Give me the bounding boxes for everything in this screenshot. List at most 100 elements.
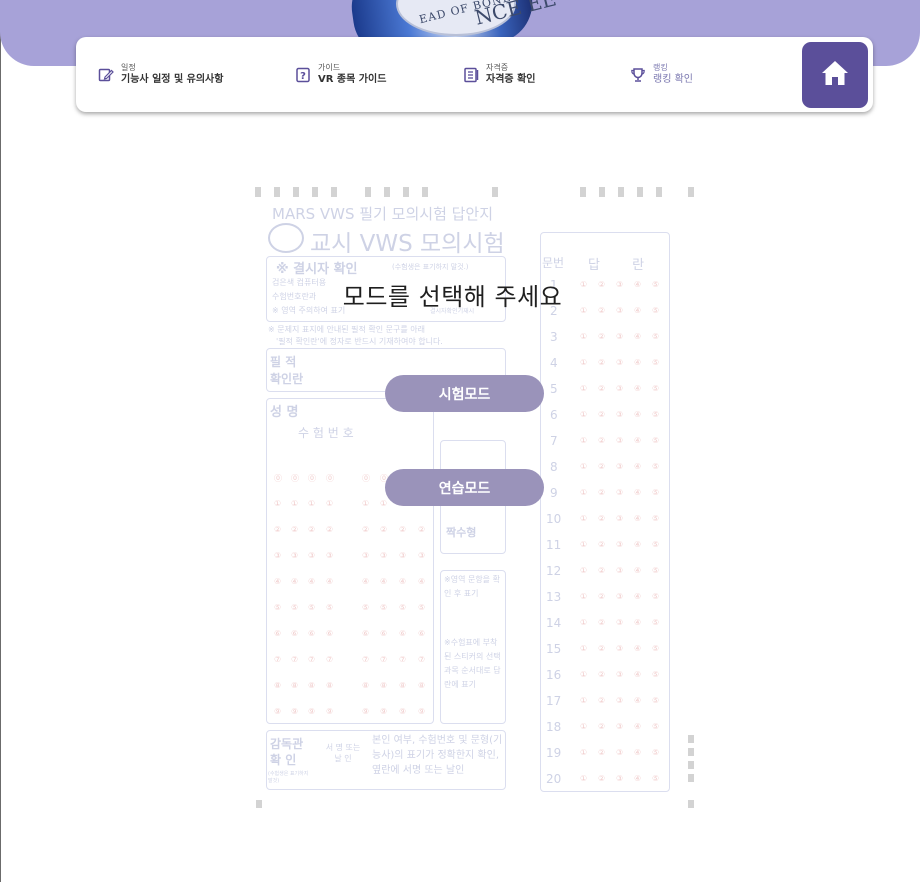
digit-bubble: ⑦	[418, 655, 426, 664]
question-number: 11	[546, 538, 562, 552]
answer-bubble: ①	[580, 592, 588, 601]
timing-mark	[312, 187, 318, 197]
mode-select-title: 모드를 선택해 주세요	[342, 283, 563, 311]
answer-bubble: ②	[598, 566, 606, 575]
planet-logo	[268, 223, 304, 253]
answer-bubble: ④	[634, 384, 642, 393]
timing-mark	[255, 187, 261, 197]
question-number: 10	[546, 512, 562, 526]
answer-bubble: ④	[634, 462, 642, 471]
digit-bubble: ④	[274, 577, 282, 586]
answer-bubble: ③	[616, 592, 624, 601]
svg-text:?: ?	[300, 71, 306, 82]
digit-bubble: ⑨	[326, 707, 334, 716]
answer-bubble: ⑤	[652, 748, 660, 757]
certificate-icon	[461, 65, 481, 85]
answer-bubble: ②	[598, 748, 606, 757]
answer-bubble: ②	[598, 722, 606, 731]
nav-item-schedule[interactable]: 일정 기능사 일정 및 유의사항	[96, 61, 223, 89]
exam-mode-button[interactable]: 시험모드	[385, 375, 544, 412]
answer-bubble: ①	[580, 618, 588, 627]
answer-bubble: ④	[634, 410, 642, 419]
answer-bubble: ①	[580, 540, 588, 549]
digit-bubble: ⑤	[291, 603, 299, 612]
timing-mark	[331, 187, 337, 197]
question-number: 12	[546, 564, 562, 578]
nav-item-ranking-category: 랭킹	[653, 63, 668, 72]
digit-bubble: ②	[274, 525, 282, 534]
digit-bubble: ②	[380, 525, 388, 534]
digit-bubble: ②	[362, 525, 370, 534]
handwriting-label: 필 적 확인란	[270, 355, 304, 386]
digit-bubble: ⑧	[418, 681, 426, 690]
nav-item-guide[interactable]: ? 가이드 VR 종목 가이드	[293, 61, 386, 89]
practice-mode-button[interactable]: 연습모드	[385, 469, 544, 506]
timing-mark	[365, 187, 371, 197]
note-area-1: ※영역 문항을 확인 후 표기	[444, 575, 500, 598]
answer-bubble: ①	[580, 774, 588, 783]
question-number: 13	[546, 590, 562, 604]
answer-bubble: ②	[598, 462, 606, 471]
digit-bubble: ⑤	[362, 603, 370, 612]
nav-item-ranking[interactable]: 랭킹 랭킹 확인	[628, 61, 693, 89]
timing-mark	[422, 187, 428, 197]
signature-label: 서 명 또는 날 인	[325, 743, 361, 763]
digit-bubble: ①	[274, 499, 282, 508]
question-number: 5	[550, 382, 558, 396]
answer-bubble: ⑤	[652, 436, 660, 445]
timing-mark	[274, 187, 280, 197]
answer-bubble: ②	[598, 332, 606, 341]
question-number: 6	[550, 408, 558, 422]
digit-bubble: ②	[399, 525, 407, 534]
digit-bubble: ⑨	[399, 707, 407, 716]
digit-bubble: ⑦	[399, 655, 407, 664]
answer-bubble: ④	[634, 670, 642, 679]
digit-bubble: ④	[399, 577, 407, 586]
digit-bubble: ③	[308, 551, 316, 560]
digit-bubble: ③	[362, 551, 370, 560]
home-button[interactable]	[802, 42, 868, 108]
answer-bubble: ③	[616, 566, 624, 575]
answer-bubble: ⑤	[652, 592, 660, 601]
answer-bubble: ①	[580, 748, 588, 757]
timing-mark	[656, 187, 662, 197]
question-number: 8	[550, 460, 558, 474]
digit-bubble: ⑤	[380, 603, 388, 612]
question-number: 17	[546, 694, 562, 708]
sheet-title-large: 교시 VWS 모의시험	[310, 231, 505, 257]
digit-bubble: ③	[291, 551, 299, 560]
answer-bubble: ①	[580, 696, 588, 705]
digit-bubble: ⑦	[380, 655, 388, 664]
answer-bubble: ④	[634, 566, 642, 575]
digit-bubble: ④	[291, 577, 299, 586]
answer-bubble: ④	[634, 592, 642, 601]
answer-bubble: ⑤	[652, 488, 660, 497]
digit-bubble: ④	[380, 577, 388, 586]
exam-number-label: 수 험 번 호	[298, 426, 354, 440]
answer-bubble: ②	[598, 488, 606, 497]
timing-mark	[580, 187, 586, 197]
nav-item-certificate-label: 자격증 확인	[486, 74, 536, 85]
answer-bubble: ⑤	[652, 332, 660, 341]
digit-bubble: ④	[362, 577, 370, 586]
digit-bubble: ⑦	[308, 655, 316, 664]
supervisor-label: 감독관 확 인	[270, 737, 304, 767]
answer-bubble: ④	[634, 540, 642, 549]
timing-mark	[492, 187, 498, 197]
nav-item-certificate[interactable]: 자격증 자격증 확인	[461, 61, 535, 89]
answer-bubble: ③	[616, 696, 624, 705]
timing-mark	[618, 187, 624, 197]
answer-bubble: ③	[616, 670, 624, 679]
digit-bubble: ⑧	[326, 681, 334, 690]
answer-bubble: ②	[598, 670, 606, 679]
question-number: 4	[550, 356, 558, 370]
digit-bubble: ③	[418, 551, 426, 560]
nav-item-certificate-category: 자격증	[486, 63, 509, 72]
digit-bubble: ④	[326, 577, 334, 586]
timing-mark	[599, 187, 605, 197]
answer-bubble: ⑤	[652, 774, 660, 783]
answer-bubble: ③	[616, 358, 624, 367]
question-number: 16	[546, 668, 562, 682]
digit-bubble: ⓪	[308, 474, 316, 483]
digit-bubble: ⑤	[274, 603, 282, 612]
